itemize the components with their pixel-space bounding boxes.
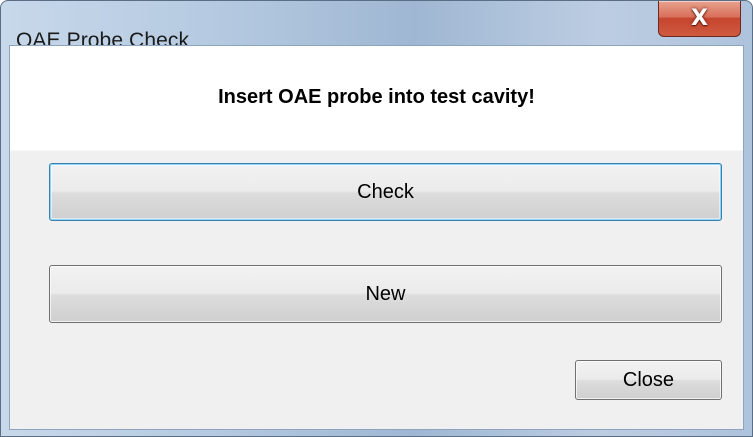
close-button[interactable]: Close: [575, 360, 722, 400]
window-close-button[interactable]: X: [658, 1, 741, 37]
new-button[interactable]: New: [49, 265, 722, 323]
instruction-message: Insert OAE probe into test cavity!: [218, 86, 535, 108]
new-button-label: New: [365, 282, 406, 305]
close-icon: X: [691, 5, 708, 31]
check-button[interactable]: Check: [49, 163, 722, 221]
close-button-label: Close: [622, 368, 675, 391]
dialog-client-area: Insert OAE probe into test cavity! Check…: [9, 45, 744, 430]
check-button-label: Check: [357, 180, 414, 203]
title-bar[interactable]: OAE Probe Check X: [1, 1, 752, 52]
dialog-window: OAE Probe Check X Insert OAE probe into …: [0, 0, 753, 437]
